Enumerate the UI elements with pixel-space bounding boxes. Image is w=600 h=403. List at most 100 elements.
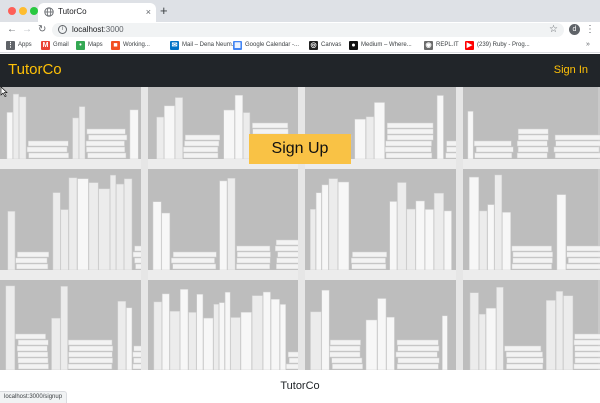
- brand-logo[interactable]: TutorCo: [8, 60, 62, 80]
- sign-in-link[interactable]: Sign In: [554, 62, 588, 78]
- forward-arrow-icon[interactable]: →: [22, 23, 32, 37]
- book-spine: [389, 201, 398, 271]
- book-stack: [566, 245, 600, 252]
- book-stack: [397, 357, 440, 364]
- book-stack: [172, 251, 217, 258]
- book-spine: [555, 291, 564, 370]
- book-spine: [240, 312, 252, 370]
- book-spine: [110, 174, 117, 271]
- book-spine: [174, 97, 183, 160]
- book-spine: [377, 298, 387, 370]
- sign-up-button[interactable]: Sign Up: [249, 134, 351, 164]
- book-spine: [386, 316, 395, 370]
- book-stack: [504, 345, 542, 352]
- bookshelf-image: [0, 87, 600, 370]
- book-stack: [332, 363, 363, 370]
- book-stack: [574, 357, 600, 364]
- book-spine: [279, 304, 286, 370]
- book-spine: [12, 93, 19, 160]
- book-spine: [7, 211, 16, 271]
- bookmark-label: (239) Ruby - Prog...: [477, 42, 530, 48]
- book-spine: [328, 178, 338, 271]
- tab-close-icon[interactable]: ×: [146, 6, 151, 18]
- book-stack: [397, 345, 440, 352]
- book-stack: [330, 339, 361, 346]
- book-spine: [469, 292, 479, 370]
- bookmark-item[interactable]: ■ Working...: [111, 40, 150, 51]
- hero-bookshelf: Sign Up: [0, 87, 600, 370]
- book-stack: [17, 339, 49, 346]
- book-spine: [502, 212, 511, 271]
- book-stack: [516, 152, 548, 159]
- book-stack: [512, 257, 553, 264]
- close-window-button[interactable]: [8, 7, 16, 15]
- bookmark-item[interactable]: M Gmail: [41, 40, 69, 51]
- bookmark-item[interactable]: ● Medium – Where...: [349, 40, 412, 51]
- book-stack: [329, 345, 361, 352]
- bookmark-item[interactable]: ▶ (239) Ruby - Prog...: [465, 40, 530, 51]
- url-text[interactable]: localhost:3000: [72, 24, 124, 36]
- book-spine: [60, 209, 69, 271]
- browser-window: TutorCo × + ← → ↻ i localhost:3000 ☆ d ⋮…: [0, 0, 600, 403]
- bookmark-star-icon[interactable]: ☆: [549, 23, 558, 37]
- book-spine: [234, 95, 243, 160]
- book-spine: [556, 194, 567, 271]
- youtube-icon: ▶: [465, 41, 474, 50]
- menu-kebab-icon[interactable]: ⋮: [585, 23, 595, 37]
- new-tab-button[interactable]: +: [160, 3, 168, 18]
- book-spine: [223, 109, 235, 160]
- shelf-divider: [456, 87, 463, 370]
- bookmark-item[interactable]: ✉ Mail – Dena Neum...: [170, 40, 237, 51]
- url-port: :3000: [103, 25, 124, 34]
- book-stack: [517, 128, 549, 135]
- book-stack: [385, 140, 432, 147]
- bookmark-item[interactable]: ⋮ Apps: [6, 40, 32, 51]
- minimize-window-button[interactable]: [19, 7, 27, 15]
- book-stack: [386, 122, 434, 129]
- bookmarks-overflow-icon[interactable]: »: [586, 39, 590, 51]
- book-spine: [354, 118, 366, 160]
- tab-strip: TutorCo × +: [0, 0, 600, 22]
- book-spine: [169, 311, 180, 370]
- back-arrow-icon[interactable]: ←: [7, 23, 17, 37]
- book-stack: [67, 363, 113, 370]
- book-spine: [164, 105, 175, 160]
- book-stack: [474, 152, 513, 159]
- book-stack: [351, 263, 387, 270]
- bookmark-label: Canvas: [321, 42, 342, 48]
- tab-tutorco[interactable]: TutorCo ×: [38, 3, 156, 22]
- book-stack: [68, 351, 113, 358]
- info-icon[interactable]: i: [58, 25, 67, 34]
- book-spine: [219, 302, 225, 370]
- book-spine: [156, 116, 164, 160]
- maximize-window-button[interactable]: [30, 7, 38, 15]
- book-spine: [52, 192, 61, 271]
- book-stack: [185, 134, 221, 141]
- bookmark-item[interactable]: ◉ REPL.IT: [424, 40, 459, 51]
- book-stack: [87, 152, 127, 159]
- profile-avatar[interactable]: d: [569, 24, 580, 35]
- bookmark-label: Apps: [18, 42, 32, 48]
- book-spine: [310, 209, 316, 271]
- book-spine: [116, 183, 124, 271]
- bookmark-item[interactable]: • Maps: [76, 40, 103, 51]
- bookmark-item[interactable]: ▦ Google Calendar -...: [233, 40, 299, 51]
- book-stack: [68, 357, 113, 364]
- book-stack: [15, 257, 48, 264]
- book-stack: [28, 140, 69, 147]
- book-stack: [385, 146, 432, 153]
- footer-title: TutorCo: [280, 380, 320, 392]
- reload-icon[interactable]: ↻: [38, 23, 46, 37]
- status-bar-url: localhost:3000/signup: [0, 391, 68, 403]
- book-stack: [236, 257, 271, 264]
- book-stack: [396, 339, 439, 346]
- book-spine: [68, 177, 78, 271]
- book-spine: [98, 188, 110, 271]
- bookmark-label: Maps: [88, 42, 103, 48]
- url-host: localhost: [72, 25, 104, 34]
- book-spine: [374, 102, 385, 160]
- bookmark-item[interactable]: ◎ Canvas: [309, 40, 341, 51]
- tab-title: TutorCo: [58, 7, 87, 16]
- book-spine: [338, 181, 350, 271]
- address-bar[interactable]: i localhost:3000 ☆: [52, 23, 564, 37]
